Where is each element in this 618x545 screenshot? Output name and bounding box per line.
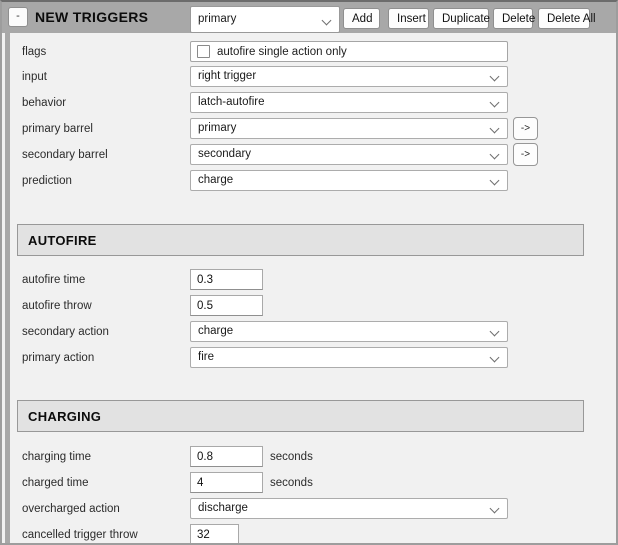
charging-time-unit: seconds	[270, 451, 313, 463]
input-dropdown-value: right trigger	[198, 70, 256, 82]
autofire-time-input[interactable]	[190, 269, 263, 290]
autofire-throw-label: autofire throw	[22, 300, 92, 312]
trigger-selector-value: primary	[198, 13, 236, 25]
overcharged-action-dropdown-value: discharge	[198, 502, 248, 514]
primary-action-dropdown[interactable]: fire	[190, 347, 508, 368]
input-dropdown[interactable]: right trigger	[190, 66, 508, 87]
charging-time-label: charging time	[22, 451, 91, 463]
panel-title: NEW TRIGGERS	[35, 9, 148, 25]
primary-barrel-row: primary barrel primary ->	[2, 118, 616, 140]
input-label: input	[22, 71, 47, 83]
overcharged-action-row: overcharged action discharge	[2, 498, 616, 520]
autofire-time-row: autofire time	[2, 269, 616, 291]
insert-button[interactable]: Insert	[388, 8, 429, 29]
charged-time-input[interactable]	[190, 472, 263, 493]
behavior-dropdown[interactable]: latch-autofire	[190, 92, 508, 113]
flags-label: flags	[22, 46, 46, 58]
secondary-barrel-dropdown[interactable]: secondary	[190, 144, 508, 165]
prediction-label: prediction	[22, 175, 72, 187]
cancelled-trigger-throw-row: cancelled trigger throw	[2, 524, 616, 545]
prediction-dropdown-value: charge	[198, 174, 233, 186]
chevron-down-icon	[490, 72, 500, 82]
primary-barrel-dropdown-value: primary	[198, 122, 236, 134]
delete-all-button[interactable]: Delete All	[538, 8, 590, 29]
cancelled-trigger-throw-input[interactable]	[190, 524, 239, 545]
secondary-action-dropdown[interactable]: charge	[190, 321, 508, 342]
chevron-down-icon	[490, 150, 500, 160]
autofire-time-label: autofire time	[22, 274, 85, 286]
charging-section-header: CHARGING	[17, 400, 584, 432]
autofire-throw-row: autofire throw	[2, 295, 616, 317]
duplicate-button[interactable]: Duplicate	[433, 8, 489, 29]
autofire-section-header: AUTOFIRE	[17, 224, 584, 256]
add-button[interactable]: Add	[343, 8, 380, 29]
autofire-single-action-checkbox[interactable]	[197, 45, 210, 58]
delete-button[interactable]: Delete	[493, 8, 533, 29]
collapse-button[interactable]: -	[8, 7, 28, 27]
cancelled-trigger-throw-label: cancelled trigger throw	[22, 529, 138, 541]
triggers-panel: - NEW TRIGGERS primary Add Insert Duplic…	[0, 0, 618, 545]
autofire-throw-input[interactable]	[190, 295, 263, 316]
autofire-single-action-label: autofire single action only	[217, 46, 347, 58]
primary-barrel-label: primary barrel	[22, 123, 93, 135]
overcharged-action-dropdown[interactable]: discharge	[190, 498, 508, 519]
charging-section-title: CHARGING	[28, 409, 101, 424]
chevron-down-icon	[490, 353, 500, 363]
charged-time-unit: seconds	[270, 477, 313, 489]
secondary-barrel-label: secondary barrel	[22, 149, 108, 161]
trigger-selector-dropdown[interactable]: primary	[190, 6, 340, 33]
primary-action-label: primary action	[22, 352, 94, 364]
charging-time-input[interactable]	[190, 446, 263, 467]
secondary-action-label: secondary action	[22, 326, 109, 338]
secondary-action-row: secondary action charge	[2, 321, 616, 343]
primary-action-row: primary action fire	[2, 347, 616, 369]
behavior-dropdown-value: latch-autofire	[198, 96, 264, 108]
chevron-down-icon	[490, 327, 500, 337]
flags-group: autofire single action only	[190, 41, 508, 62]
prediction-row: prediction charge	[2, 170, 616, 192]
charged-time-label: charged time	[22, 477, 88, 489]
chevron-down-icon	[490, 176, 500, 186]
goto-primary-barrel-button[interactable]: ->	[513, 117, 538, 140]
behavior-row: behavior latch-autofire	[2, 92, 616, 114]
prediction-dropdown[interactable]: charge	[190, 170, 508, 191]
primary-barrel-dropdown[interactable]: primary	[190, 118, 508, 139]
flags-row: flags autofire single action only	[2, 41, 616, 63]
chevron-down-icon	[490, 504, 500, 514]
chevron-down-icon	[490, 124, 500, 134]
primary-action-dropdown-value: fire	[198, 351, 214, 363]
chevron-down-icon	[490, 98, 500, 108]
chevron-down-icon	[322, 16, 332, 26]
secondary-barrel-dropdown-value: secondary	[198, 148, 251, 160]
overcharged-action-label: overcharged action	[22, 503, 120, 515]
panel-header: - NEW TRIGGERS primary Add Insert Duplic…	[2, 2, 616, 33]
autofire-section-title: AUTOFIRE	[28, 233, 97, 248]
secondary-barrel-row: secondary barrel secondary ->	[2, 144, 616, 166]
secondary-action-dropdown-value: charge	[198, 325, 233, 337]
charging-time-row: charging time seconds	[2, 446, 616, 468]
behavior-label: behavior	[22, 97, 66, 109]
charged-time-row: charged time seconds	[2, 472, 616, 494]
input-row: input right trigger	[2, 66, 616, 88]
goto-secondary-barrel-button[interactable]: ->	[513, 143, 538, 166]
